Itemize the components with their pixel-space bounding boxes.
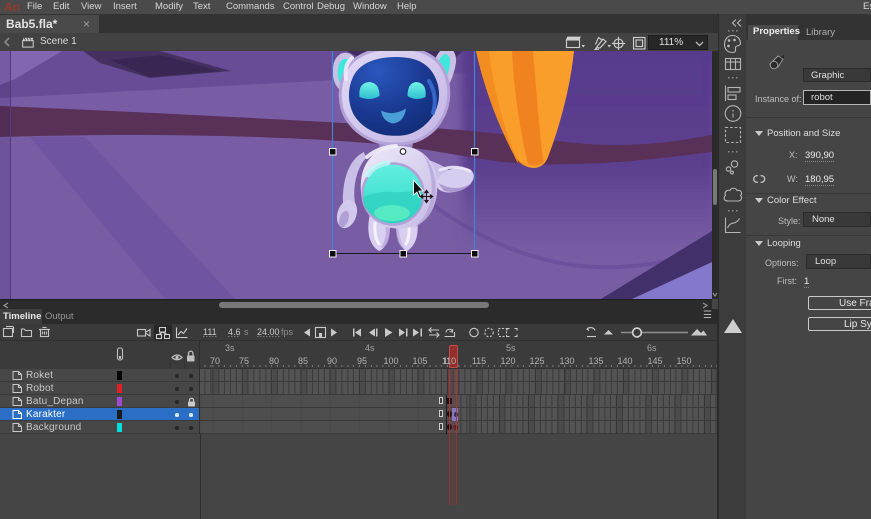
svg-text:fps: fps — [281, 327, 294, 337]
svg-text:s: s — [244, 327, 249, 337]
svg-text:24.00: 24.00 — [257, 327, 280, 337]
svg-text:111: 111 — [203, 327, 217, 337]
svg-text:4.6: 4.6 — [228, 327, 241, 337]
